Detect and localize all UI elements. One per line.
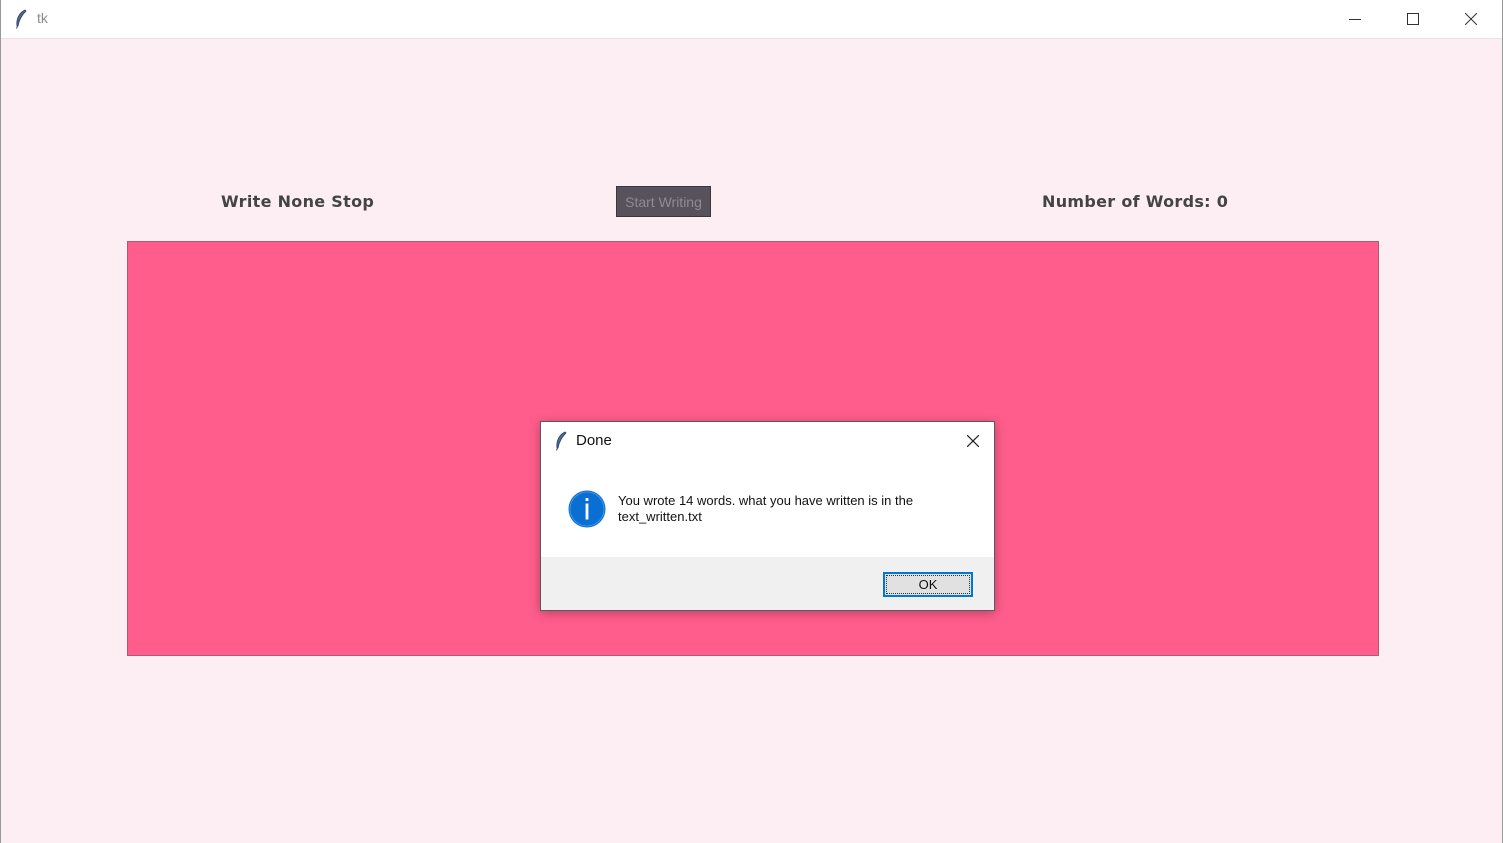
dialog-message: You wrote 14 words. what you have writte… — [618, 493, 914, 524]
dialog-footer: OK — [541, 557, 994, 610]
close-button[interactable] — [1442, 0, 1500, 38]
close-icon — [1465, 13, 1477, 25]
start-writing-button[interactable]: Start Writing — [616, 186, 711, 217]
title-bar[interactable]: tk — [1, 0, 1502, 39]
minimize-icon — [1349, 19, 1361, 20]
done-dialog: Done You wrote 14 words. what you have w… — [540, 421, 995, 611]
window-title: tk — [37, 10, 48, 26]
main-window: tk Write None Stop Start Writing Number … — [0, 0, 1503, 843]
minimize-button[interactable] — [1326, 0, 1384, 38]
maximize-icon — [1407, 13, 1419, 25]
close-icon — [967, 435, 979, 447]
maximize-button[interactable] — [1384, 0, 1442, 38]
app-heading: Write None Stop — [221, 192, 375, 211]
dialog-close-button[interactable] — [961, 430, 985, 452]
dialog-title: Done — [576, 432, 612, 449]
feather-icon — [16, 9, 27, 29]
info-icon — [568, 490, 606, 528]
word-count-label: Number of Words: 0 — [1042, 192, 1229, 211]
feather-icon — [556, 431, 567, 451]
ok-button[interactable]: OK — [883, 572, 973, 597]
